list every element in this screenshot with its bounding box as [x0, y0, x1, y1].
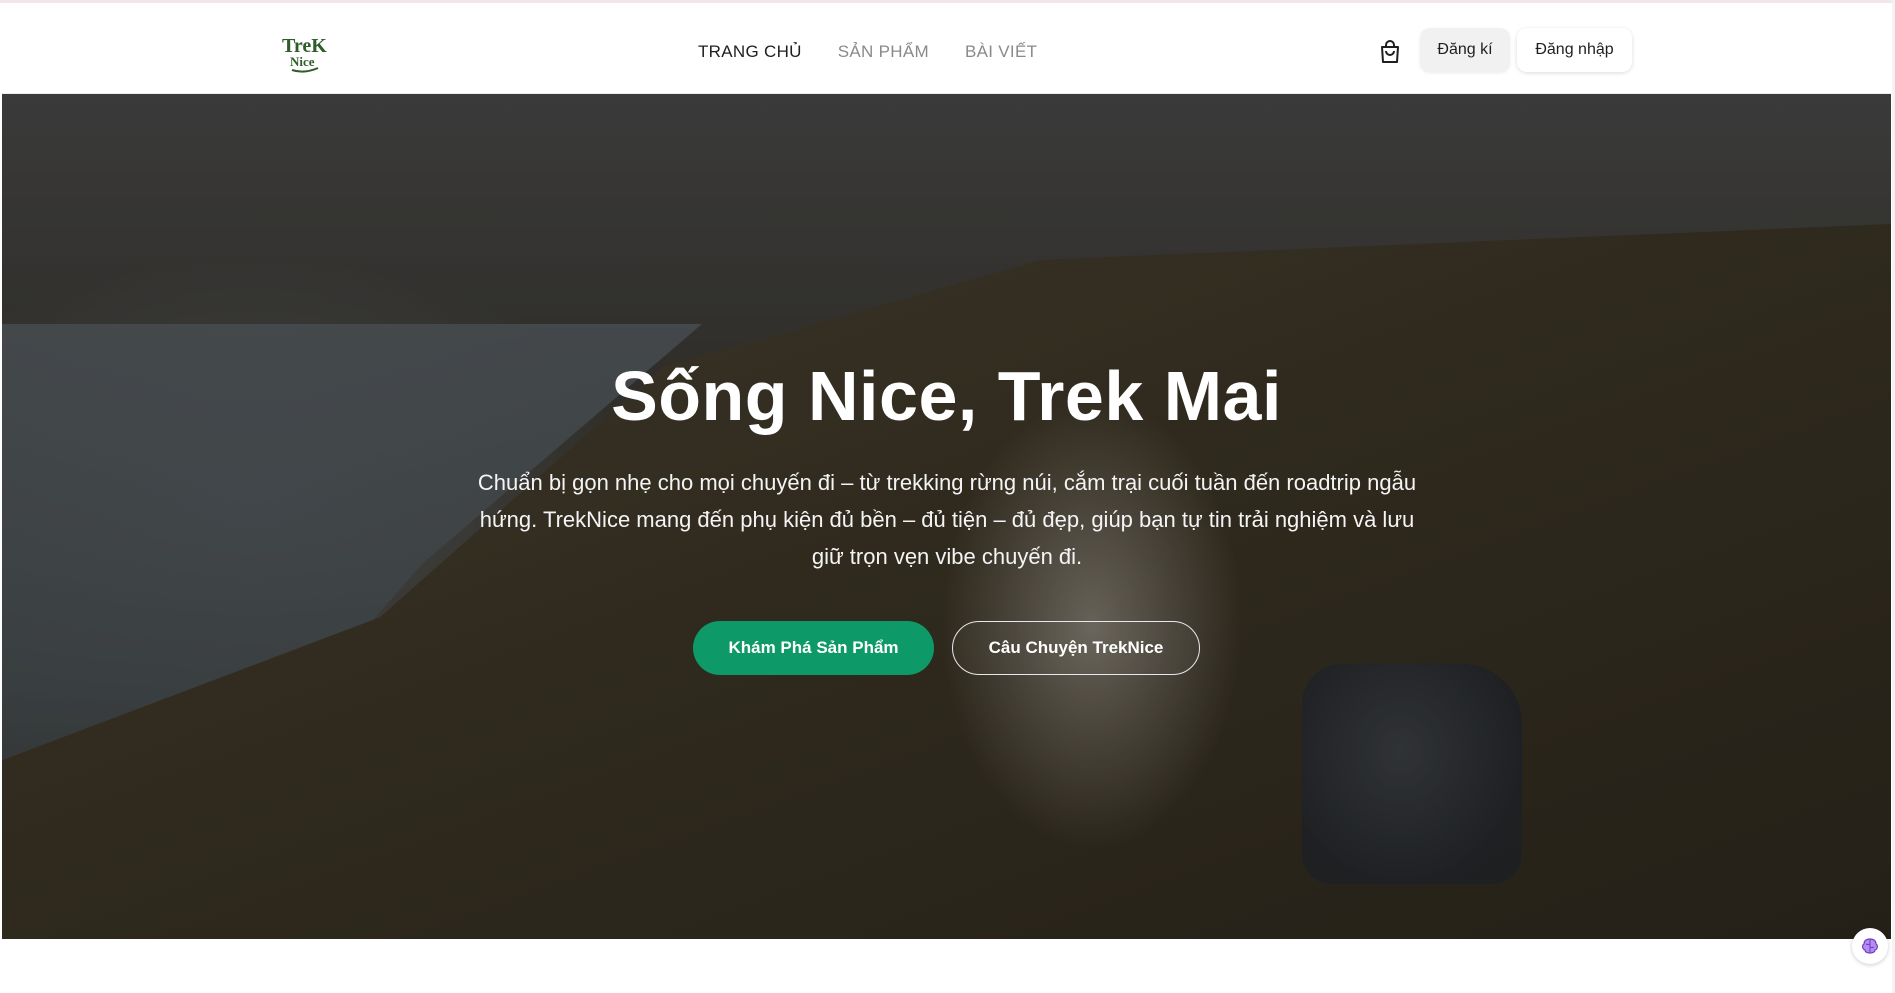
nav-item-articles[interactable]: BÀI VIẾT: [965, 39, 1037, 65]
hero-section: Sống Nice, Trek Mai Chuẩn bị gọn nhẹ cho…: [2, 94, 1891, 939]
shopping-bag-icon[interactable]: [1378, 39, 1402, 65]
nav-item-home[interactable]: TRANG CHỦ: [698, 39, 802, 65]
hero-title: Sống Nice, Trek Mai: [611, 357, 1282, 435]
site-header: TreK Nice TRANG CHỦ SẢN PHẨM BÀI VIẾT Đă…: [2, 3, 1891, 94]
register-button[interactable]: Đăng kí: [1420, 28, 1510, 72]
brain-icon: [1862, 938, 1878, 954]
treknice-story-button[interactable]: Câu Chuyện TrekNice: [952, 621, 1200, 675]
nav-item-products[interactable]: SẢN PHẨM: [838, 39, 929, 65]
logo-text-nice: Nice: [290, 54, 315, 69]
main-nav: TRANG CHỦ SẢN PHẨM BÀI VIẾT: [698, 39, 1037, 65]
login-button[interactable]: Đăng nhập: [1517, 28, 1632, 72]
hero-subtitle: Chuẩn bị gọn nhẹ cho mọi chuyến đi – từ …: [477, 470, 1417, 569]
explore-products-button[interactable]: Khám Phá Sản Phẩm: [693, 621, 934, 675]
floating-assistant-button[interactable]: [1852, 928, 1888, 964]
brand-logo[interactable]: TreK Nice: [280, 33, 330, 77]
